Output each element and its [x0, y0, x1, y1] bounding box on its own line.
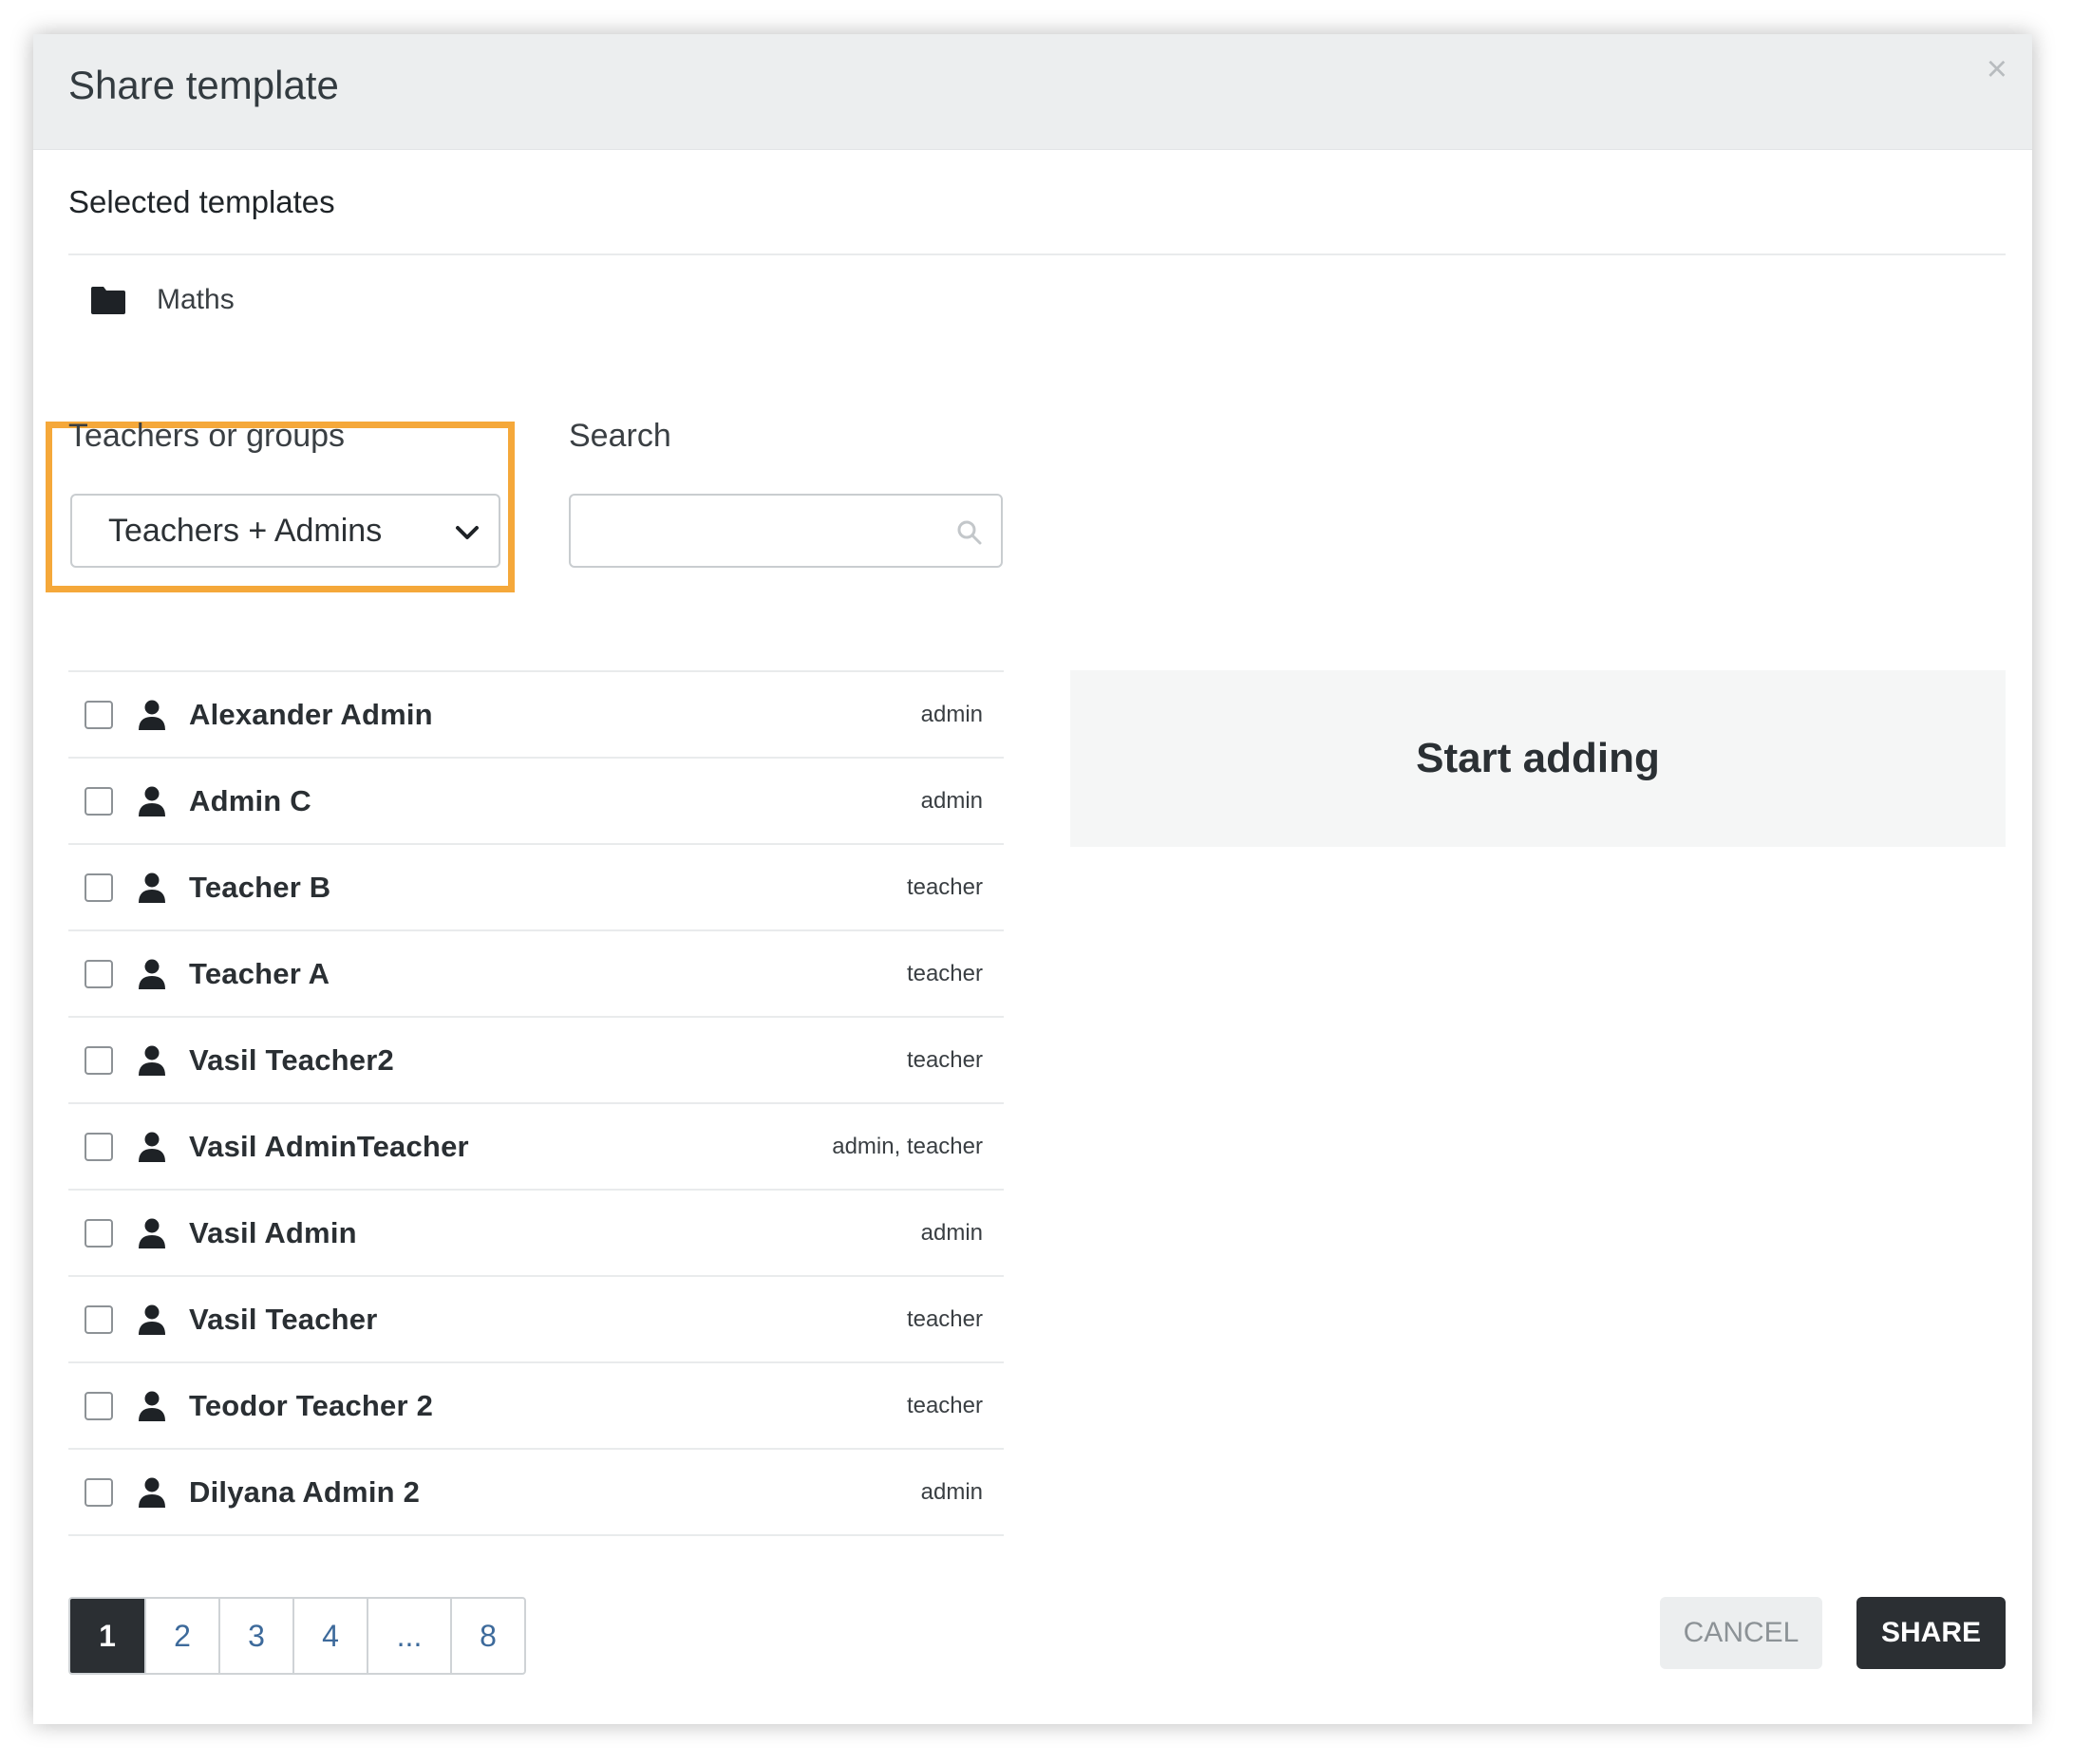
user-role: admin	[920, 701, 983, 727]
user-role: teacher	[906, 1046, 983, 1073]
user-name: Admin C	[189, 783, 311, 817]
start-adding-text: Start adding	[1416, 735, 1660, 781]
user-checkbox[interactable]	[85, 873, 113, 902]
pagination: 1 2 3 4... 8	[68, 1597, 526, 1675]
page-link[interactable]: 4	[294, 1599, 368, 1673]
user-row[interactable]: Vasil Admin admin	[68, 1191, 1004, 1277]
user-role: teacher	[906, 960, 983, 986]
user-name: Vasil Teacher2	[189, 1042, 394, 1077]
share-button[interactable]: SHARE	[1856, 1597, 2006, 1669]
user-icon	[139, 786, 165, 816]
user-icon	[139, 959, 165, 989]
user-checkbox[interactable]	[85, 1477, 113, 1507]
teachers-or-groups-label: Teachers or groups	[68, 418, 346, 454]
close-button[interactable]: ×	[1987, 51, 2007, 87]
user-row[interactable]: Vasil AdminTeacher admin, teacher	[68, 1104, 1004, 1191]
user-role: teacher	[906, 1392, 983, 1418]
template-name: Maths	[157, 284, 235, 315]
user-name: Teacher A	[189, 956, 330, 990]
user-name: Teacher B	[189, 870, 331, 904]
user-role: teacher	[906, 1305, 983, 1332]
user-role: admin	[920, 1219, 983, 1246]
dialog-title: Share template	[68, 63, 339, 107]
user-row[interactable]: Admin C admin	[68, 759, 1004, 845]
user-name: Vasil AdminTeacher	[189, 1129, 469, 1163]
user-name: Alexander Admin	[189, 697, 433, 731]
selected-template-item: Maths	[90, 276, 235, 324]
user-checkbox[interactable]	[85, 1218, 113, 1248]
divider	[68, 253, 2006, 255]
user-role: teacher	[906, 873, 983, 900]
user-checkbox[interactable]	[85, 959, 113, 988]
search-label: Search	[569, 418, 671, 454]
page-link[interactable]: ...	[368, 1599, 452, 1673]
user-row[interactable]: Dilyana Admin 2 admin	[68, 1450, 1004, 1536]
user-checkbox[interactable]	[85, 1045, 113, 1075]
user-icon	[139, 1045, 165, 1076]
cancel-button[interactable]: CANCEL	[1660, 1597, 1822, 1669]
user-list: Alexander Admin admin Admin C admin Teacher …	[68, 670, 1004, 1536]
user-icon	[139, 1477, 165, 1508]
user-icon	[139, 1304, 165, 1335]
page-link[interactable]: 1	[70, 1599, 146, 1673]
user-row[interactable]: Teacher A teacher	[68, 931, 1004, 1018]
user-name: Dilyana Admin 2	[189, 1474, 421, 1509]
teachers-or-groups-select[interactable]: Teachers + Admins	[70, 494, 500, 568]
user-row[interactable]: Alexander Admin admin	[68, 672, 1004, 759]
user-name: Teodor Teacher 2	[189, 1388, 434, 1422]
select-value: Teachers + Admins	[108, 513, 383, 549]
user-name: Vasil Admin	[189, 1215, 357, 1249]
page-link[interactable]: 2	[146, 1599, 220, 1673]
user-name: Vasil Teacher	[189, 1302, 378, 1336]
user-checkbox[interactable]	[85, 1132, 113, 1161]
user-row[interactable]: Vasil Teacher2 teacher	[68, 1018, 1004, 1104]
user-icon	[139, 1132, 165, 1162]
page: Share template × Selected templates Math…	[0, 0, 2073, 1764]
chevron-down-icon	[456, 526, 479, 539]
user-checkbox[interactable]	[85, 1304, 113, 1334]
user-icon	[139, 700, 165, 730]
user-icon	[139, 873, 165, 903]
dialog-header: Share template ×	[33, 34, 2032, 150]
selected-templates-heading: Selected templates	[68, 184, 335, 219]
selected-recipients-panel: Start adding	[1070, 670, 2006, 847]
share-template-dialog: Share template × Selected templates Math…	[33, 34, 2032, 1724]
user-checkbox[interactable]	[85, 1391, 113, 1420]
user-checkbox[interactable]	[85, 700, 113, 729]
search-field	[569, 494, 1003, 568]
search-input[interactable]	[584, 505, 949, 558]
page-link[interactable]: 3	[220, 1599, 294, 1673]
folder-icon	[91, 287, 125, 314]
user-role: admin, teacher	[832, 1133, 983, 1159]
search-icon[interactable]	[955, 518, 984, 547]
user-icon	[139, 1391, 165, 1421]
user-row[interactable]: Teodor Teacher 2 teacher	[68, 1363, 1004, 1450]
page-link[interactable]: 8	[452, 1599, 524, 1673]
user-icon	[139, 1218, 165, 1248]
user-role: admin	[920, 1478, 983, 1505]
user-role: admin	[920, 787, 983, 814]
user-row[interactable]: Teacher B teacher	[68, 845, 1004, 931]
user-row[interactable]: Vasil Teacher teacher	[68, 1277, 1004, 1363]
user-checkbox[interactable]	[85, 786, 113, 816]
